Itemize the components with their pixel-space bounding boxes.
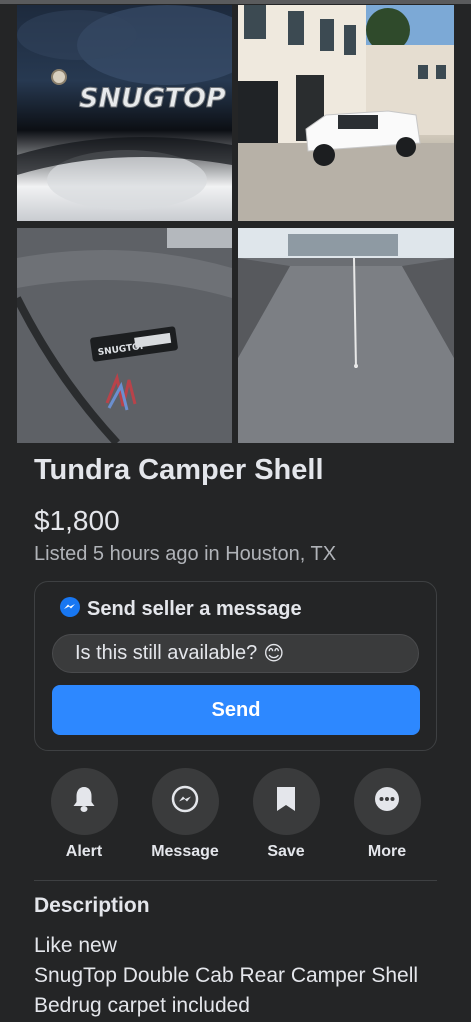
top-edge-bar (0, 0, 471, 4)
message-seller-label: Send seller a message (87, 598, 302, 620)
photo-truck-bed-carpet-art (238, 228, 454, 443)
more-action[interactable]: More (337, 768, 437, 861)
listing-page: SNUGTOP SNUGTOP Tundra Camper Shell $1,8… (0, 0, 471, 1022)
photo-snugtop-badge-art: SNUGTOP (17, 5, 232, 210)
message-button[interactable] (151, 768, 219, 835)
message-input-text[interactable]: Is this still available? (75, 642, 257, 665)
photo-white-truck-house-art (238, 5, 454, 221)
message-input[interactable]: Is this still available? 😊 (52, 634, 419, 673)
photo-serial-tag[interactable]: SNUGTOP (17, 228, 232, 443)
description-heading: Description (34, 894, 150, 917)
message-label: Message (151, 843, 219, 860)
more-label: More (367, 843, 407, 860)
photo-truck-bed-carpet[interactable] (238, 228, 454, 443)
more-button[interactable] (353, 768, 421, 835)
badge-text: SNUGTOP (79, 83, 226, 114)
bell-icon (71, 785, 97, 818)
message-action[interactable]: Message (135, 768, 235, 861)
listing-price: $1,800 (34, 505, 120, 536)
photo-snugtop-badge[interactable]: SNUGTOP (17, 5, 232, 221)
save-action[interactable]: Save (236, 768, 336, 861)
messenger-icon (170, 784, 200, 819)
message-seller-heading: Send seller a message (59, 596, 302, 623)
smiley-emoji-icon: 😊 (263, 643, 285, 665)
alert-label: Alert (65, 843, 103, 860)
photo-serial-tag-art: SNUGTOP (17, 228, 232, 443)
description-line: SnugTop Double Cab Rear Camper Shell (34, 964, 419, 987)
listing-title: Tundra Camper Shell (34, 454, 324, 486)
description-line: Bedrug carpet included (34, 994, 250, 1017)
more-icon (372, 784, 402, 819)
save-label: Save (267, 843, 305, 860)
alert-action[interactable]: Alert (34, 768, 134, 861)
alert-button[interactable] (50, 768, 118, 835)
description-line: Like new (34, 934, 117, 957)
listing-meta: Listed 5 hours ago in Houston, TX (34, 543, 337, 565)
messenger-icon (59, 596, 81, 623)
section-divider (34, 880, 437, 881)
action-bar: Alert Message Save More (34, 768, 437, 868)
photo-white-truck-house[interactable] (238, 5, 454, 221)
send-button[interactable]: Send (52, 685, 420, 735)
save-button[interactable] (252, 768, 320, 835)
message-seller-card: Send seller a message Is this still avai… (34, 581, 437, 751)
bookmark-icon (275, 785, 297, 818)
